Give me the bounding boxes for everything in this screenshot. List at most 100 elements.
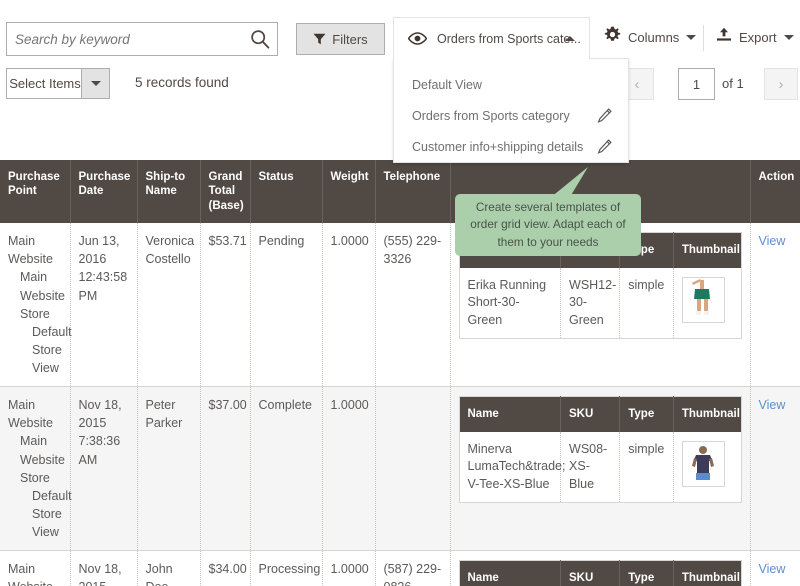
column-header-telephone[interactable]: Telephone <box>375 160 451 224</box>
cell-status: Processing <box>250 550 323 586</box>
column-header-status[interactable]: Status <box>250 160 323 224</box>
product-row: Minerva LumaTech&trade; V-Tee-XS-Blue WS… <box>459 431 741 503</box>
cell-purchase-date: Nov 18, 2015 7:38:35 AM <box>70 550 138 586</box>
caret-down-icon <box>90 81 101 86</box>
product-column-thumbnail: Thumbnail <box>673 560 741 586</box>
view-bookmark-button[interactable]: Orders from Sports cate... <box>393 17 590 59</box>
tooltip-text: Create several templates of order grid v… <box>470 200 626 249</box>
select-items-caret[interactable] <box>81 69 109 98</box>
cell-action: View <box>750 550 800 586</box>
cell-status: Pending <box>250 223 323 388</box>
product-column-sku: SKU <box>560 396 621 432</box>
pencil-icon[interactable] <box>597 139 612 154</box>
view-menu-item-default[interactable]: Default View <box>394 69 628 100</box>
gear-icon <box>604 26 621 48</box>
pagination-next-button[interactable]: › <box>764 68 798 100</box>
products-header-row: Name SKU Type Thumbnail <box>459 560 741 586</box>
pencil-icon[interactable] <box>597 108 612 123</box>
caret-down-icon <box>686 34 697 40</box>
product-column-thumbnail: Thumbnail <box>673 232 741 268</box>
view-order-link[interactable]: View <box>759 398 786 412</box>
page-total-label: of 1 <box>722 76 744 91</box>
chevron-right-icon: › <box>778 75 784 93</box>
cell-ship-to-name: Veronica Costello <box>137 223 201 388</box>
search-icon[interactable] <box>250 29 270 49</box>
cell-purchase-date: Jun 13, 2016 12:43:58 PM <box>70 223 138 388</box>
export-label: Export <box>739 29 777 45</box>
view-menu-label: Customer info+shipping details <box>412 139 584 154</box>
orders-table-header-row: Purchase Point Purchase Date Ship-to Nam… <box>0 160 800 224</box>
view-order-link[interactable]: View <box>759 234 786 248</box>
cell-purchase-point: Main Website Main Website Store Default … <box>0 223 72 388</box>
store-group: Main Website Store <box>20 270 65 321</box>
table-row[interactable]: Main Website Main Website Store Default … <box>0 386 800 552</box>
view-menu-label: Default View <box>412 77 482 92</box>
view-bookmark-menu: Default View Orders from Sports category… <box>393 58 629 163</box>
product-type: simple <box>619 267 674 339</box>
product-column-name: Name <box>459 560 562 586</box>
toolbar-divider <box>703 25 704 51</box>
view-bookmark-label: Orders from Sports cate... <box>437 31 581 46</box>
view-menu-item-sports[interactable]: Orders from Sports category <box>394 100 628 131</box>
search-input[interactable] <box>7 23 243 55</box>
view-menu-item-customer-info[interactable]: Customer info+shipping details <box>394 131 628 162</box>
green-running-short-thumbnail <box>681 276 725 323</box>
cell-ship-to-name: Peter Parker <box>137 386 201 552</box>
tooltip-pointer <box>548 167 592 198</box>
store-website: Main Website <box>8 562 53 586</box>
orders-table-container: Purchase Point Purchase Date Ship-to Nam… <box>0 160 800 586</box>
column-header-grand-total[interactable]: Grand Total (Base) <box>200 160 251 224</box>
cell-weight: 1.0000 <box>322 386 376 552</box>
cell-telephone <box>375 386 451 552</box>
product-thumbnail-cell <box>673 431 741 503</box>
cell-telephone: (587) 229-0826 <box>375 550 451 586</box>
cell-grand-total: $37.00 <box>200 386 251 552</box>
grid-toolbar: Filters Orders from Sports cate... Colum… <box>0 0 800 60</box>
product-column-name: Name <box>459 396 562 432</box>
chevron-left-icon: ‹ <box>634 75 640 93</box>
column-header-ship-to-name[interactable]: Ship-to Name <box>137 160 201 224</box>
cell-products: Name SKU Type Thumbnail Minerva LumaTech… <box>450 386 751 552</box>
export-button[interactable]: Export <box>716 26 794 48</box>
product-row: Erika Running Short-30-Green WSH12-30-Gr… <box>459 267 741 339</box>
blue-vtee-thumbnail <box>681 440 725 487</box>
products-table: Name SKU Type Thumbnail Minerva LumaTech… <box>458 396 742 504</box>
table-row[interactable]: Main Website Main Website Store Default … <box>0 223 800 388</box>
products-table: Name SKU Type Thumbnail Iris Workout Top… <box>458 560 742 586</box>
cell-status: Complete <box>250 386 323 552</box>
store-website: Main Website <box>8 398 53 431</box>
search-box[interactable] <box>6 22 278 56</box>
store-view: Default Store View <box>32 324 72 375</box>
column-header-weight[interactable]: Weight <box>322 160 376 224</box>
table-row[interactable]: Main Website Main Website Store Default … <box>0 550 800 586</box>
view-order-link[interactable]: View <box>759 562 786 576</box>
cell-ship-to-name: John Doe <box>137 550 201 586</box>
cell-purchase-date: Nov 18, 2015 7:38:36 AM <box>70 386 138 552</box>
product-sku: WS08-XS-Blue <box>560 431 621 503</box>
orders-table: Purchase Point Purchase Date Ship-to Nam… <box>0 160 800 586</box>
cell-purchase-point: Main Website Main Website Store Default … <box>0 386 72 552</box>
product-name: Minerva LumaTech&trade; V-Tee-XS-Blue <box>459 431 565 503</box>
records-found-label: 5 records found <box>135 75 229 90</box>
eye-icon <box>407 32 428 45</box>
view-menu-label: Orders from Sports category <box>412 108 570 123</box>
cell-grand-total: $34.00 <box>200 550 251 586</box>
product-column-sku: SKU <box>560 560 621 586</box>
columns-button[interactable]: Columns <box>604 26 697 48</box>
cell-weight: 1.0000 <box>322 550 376 586</box>
cell-action: View <box>750 223 800 388</box>
select-items-dropdown[interactable]: Select Items <box>6 68 110 99</box>
cell-weight: 1.0000 <box>322 223 376 388</box>
page-number-input[interactable]: 1 <box>678 68 715 100</box>
product-column-type: Type <box>619 560 674 586</box>
funnel-icon <box>313 33 326 45</box>
products-header-row: Name SKU Type Thumbnail <box>459 396 741 432</box>
column-header-purchase-date[interactable]: Purchase Date <box>70 160 138 224</box>
store-group: Main Website Store <box>20 434 65 485</box>
product-type: simple <box>619 431 674 503</box>
filters-button[interactable]: Filters <box>296 23 385 55</box>
column-header-action: Action <box>750 160 800 224</box>
store-website: Main Website <box>8 234 53 267</box>
column-header-purchase-point[interactable]: Purchase Point <box>0 160 71 224</box>
upload-icon <box>716 27 732 47</box>
